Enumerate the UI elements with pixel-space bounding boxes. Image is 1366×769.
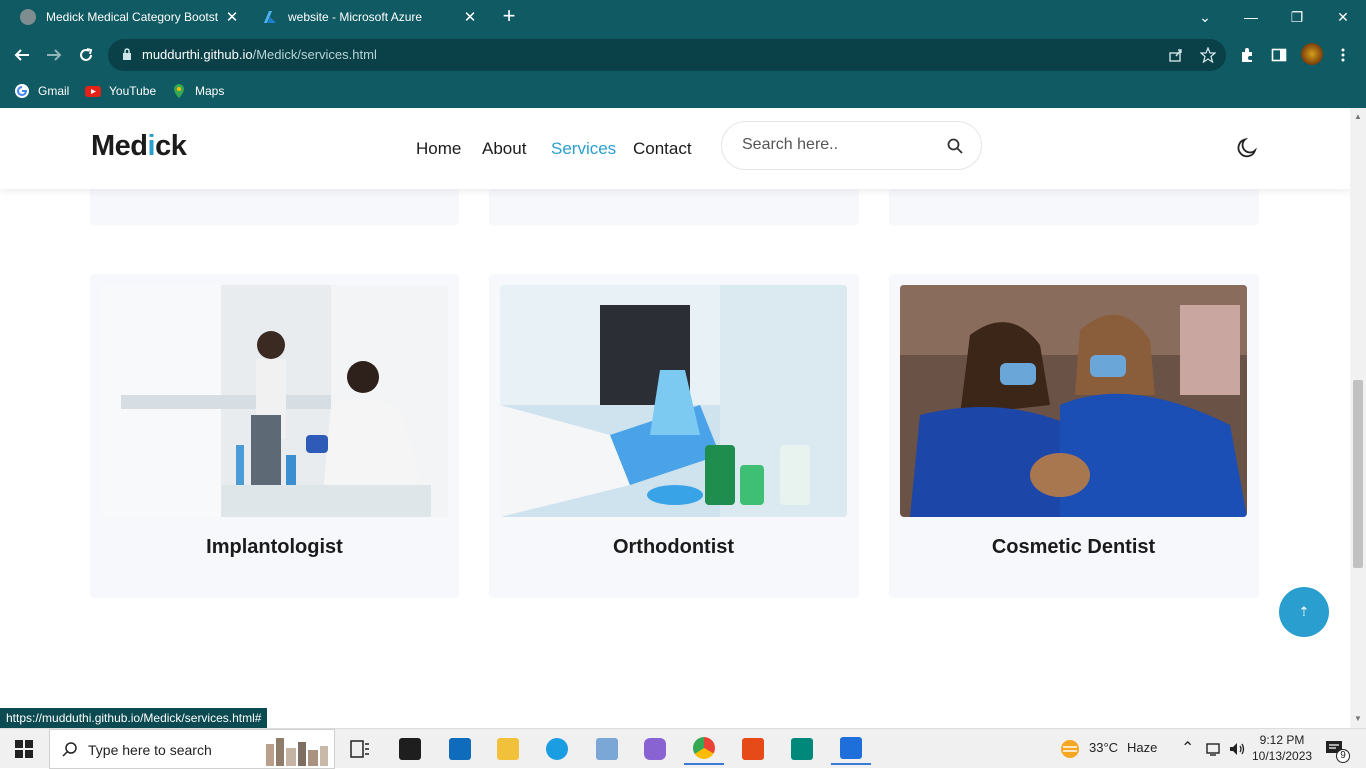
meet-icon[interactable] <box>782 733 822 765</box>
volume-icon[interactable] <box>1228 741 1246 757</box>
network-icon[interactable] <box>1205 741 1221 757</box>
photos-icon[interactable] <box>831 733 871 765</box>
service-card-implantologist[interactable]: Implantologist <box>90 274 459 598</box>
scroll-up-arrow[interactable]: ▲ <box>1354 112 1362 121</box>
more-menu-icon[interactable] <box>1331 43 1355 67</box>
lock-icon <box>123 48 131 60</box>
tray-chevron-up-icon[interactable]: ⌃ <box>1181 738 1194 758</box>
mail-icon[interactable] <box>440 733 480 765</box>
close-window-button[interactable]: ✕ <box>1320 0 1366 34</box>
extensions-icon[interactable] <box>1235 43 1259 67</box>
profile-avatar[interactable] <box>1301 43 1323 65</box>
globe-icon <box>20 9 36 25</box>
address-bar[interactable]: muddurthi.github.io/Medick/services.html <box>108 39 1226 71</box>
site-logo[interactable]: Medick <box>91 130 187 163</box>
nav-home[interactable]: Home <box>416 139 461 159</box>
service-card-cosmetic-dentist[interactable]: Cosmetic Dentist <box>889 274 1259 598</box>
tab-azure[interactable]: website - Microsoft Azure ✕ <box>250 0 486 34</box>
bookmark-gmail[interactable]: Gmail <box>14 83 69 99</box>
search-highlight-city-icon <box>266 738 328 766</box>
restore-button[interactable]: ❐ <box>1274 0 1320 34</box>
page-scrollbar[interactable]: ▲ ▼ <box>1350 108 1366 728</box>
weather-temp[interactable]: 33°C <box>1089 740 1118 755</box>
copilot-icon[interactable] <box>635 733 675 765</box>
youtube-icon <box>85 86 101 97</box>
nav-contact[interactable]: Contact <box>633 139 692 159</box>
service-title: Orthodontist <box>612 536 735 558</box>
back-icon[interactable] <box>10 43 34 67</box>
minimize-button[interactable]: — <box>1228 0 1274 34</box>
clock-date: 10/13/2023 <box>1252 749 1313 763</box>
site-header: Medick Home About Services Contact Searc… <box>0 108 1350 189</box>
weather-desc[interactable]: Haze <box>1127 740 1157 755</box>
search-icon <box>62 742 77 757</box>
page-viewport: Medick Home About Services Contact Searc… <box>0 108 1350 695</box>
google-icon <box>15 84 29 98</box>
tab-title: Medick Medical Category Bootst <box>46 10 219 24</box>
bookmark-label: YouTube <box>109 84 157 98</box>
tab-search-icon[interactable]: ⌄ <box>1182 0 1228 34</box>
task-view-icon[interactable] <box>340 733 380 765</box>
start-windows-icon[interactable] <box>4 733 44 765</box>
bookmark-youtube[interactable]: YouTube <box>85 83 156 99</box>
service-image-lab-microscope <box>101 285 448 517</box>
taskbar-search-input[interactable]: Type here to search <box>88 742 212 758</box>
service-image-lab-flasks <box>500 285 847 517</box>
taskbar-search[interactable]: Type here to search <box>49 729 335 769</box>
dark-mode-moon-icon[interactable] <box>1235 136 1259 160</box>
url-text: muddurthi.github.io/Medick/services.html <box>142 47 377 62</box>
close-tab-icon[interactable]: ✕ <box>460 8 480 26</box>
nav-services[interactable]: Services <box>551 139 616 159</box>
tab-title: website - Microsoft Azure <box>288 10 423 24</box>
bookmark-star-icon[interactable] <box>1198 45 1218 65</box>
tab-medick[interactable]: Medick Medical Category Bootst ✕ <box>8 0 248 34</box>
scroll-to-top-button[interactable]: ⇡ <box>1279 587 1329 637</box>
site-search[interactable]: Search here.. <box>721 121 982 170</box>
azure-icon <box>262 9 278 25</box>
maps-icon <box>174 84 184 98</box>
computer-icon[interactable] <box>587 733 627 765</box>
bookmark-maps[interactable]: Maps <box>171 83 224 99</box>
bookmark-label: Maps <box>195 84 225 98</box>
chrome-icon[interactable] <box>684 733 724 765</box>
bookmarks-bar: Gmail YouTube Maps <box>0 76 1366 108</box>
browser-tab-strip: Medick Medical Category Bootst ✕ website… <box>0 0 1366 34</box>
terminal-icon[interactable] <box>390 733 430 765</box>
scrollbar-thumb[interactable] <box>1353 380 1363 568</box>
notification-badge: 9 <box>1336 749 1350 763</box>
search-icon[interactable] <box>946 137 964 155</box>
taskbar-clock[interactable]: 9:12 PM 10/13/2023 <box>1252 732 1312 764</box>
edge-icon[interactable] <box>537 733 577 765</box>
service-card-orthodontist[interactable]: Orthodontist <box>489 274 859 598</box>
service-title: Implantologist <box>206 536 343 558</box>
forward-icon[interactable] <box>42 43 66 67</box>
reload-icon[interactable] <box>74 43 98 67</box>
browser-toolbar: muddurthi.github.io/Medick/services.html <box>0 34 1366 76</box>
service-title: Cosmetic Dentist <box>991 536 1156 558</box>
link-status-bar: https://mudduthi.github.io/Medick/servic… <box>0 708 268 728</box>
service-image-dentists <box>900 285 1247 517</box>
search-input[interactable]: Search here.. <box>742 136 838 154</box>
office-icon[interactable] <box>733 733 773 765</box>
close-tab-icon[interactable]: ✕ <box>222 8 242 26</box>
bookmark-label: Gmail <box>38 84 70 98</box>
weather-haze-icon <box>1061 740 1079 758</box>
share-icon[interactable] <box>1166 45 1186 65</box>
scroll-down-arrow[interactable]: ▼ <box>1354 714 1362 723</box>
clock-time: 9:12 PM <box>1259 733 1305 747</box>
nav-about[interactable]: About <box>482 139 526 159</box>
file-explorer-icon[interactable] <box>488 733 528 765</box>
side-panel-icon[interactable] <box>1267 43 1291 67</box>
windows-taskbar: Type here to search 33°C Haze ⌃ 9:12 PM … <box>0 728 1366 769</box>
new-tab-button[interactable]: + <box>498 5 520 28</box>
